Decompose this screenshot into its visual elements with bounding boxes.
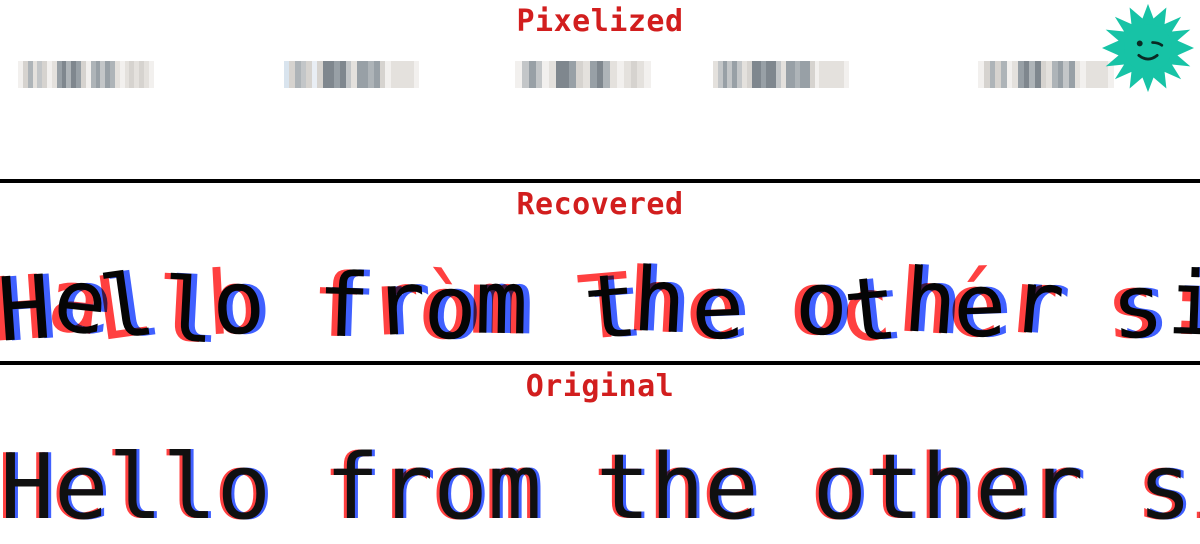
panel-recovered: Recovered HaLlb fròm The ochér s:öe Hell… [0,179,1200,362]
mascot-icon [1102,2,1194,94]
comparison-figure: Pixelized Recovered HaLlb fròm The ochér… [0,0,1200,544]
panel-pixelized: Pixelized [0,0,1200,179]
recovered-text: HaLlb fròm The ochér s:öe Hello from the… [0,255,1200,355]
panel-original-title: Original [0,369,1200,404]
pixelized-mosaic [18,61,1182,171]
panel-pixelized-title: Pixelized [0,4,1200,39]
panel-recovered-title: Recovered [0,187,1200,222]
original-text: Hello from the other side Hello from the… [0,438,1200,538]
panel-original: Original Hello from the other side Hello… [0,361,1200,544]
